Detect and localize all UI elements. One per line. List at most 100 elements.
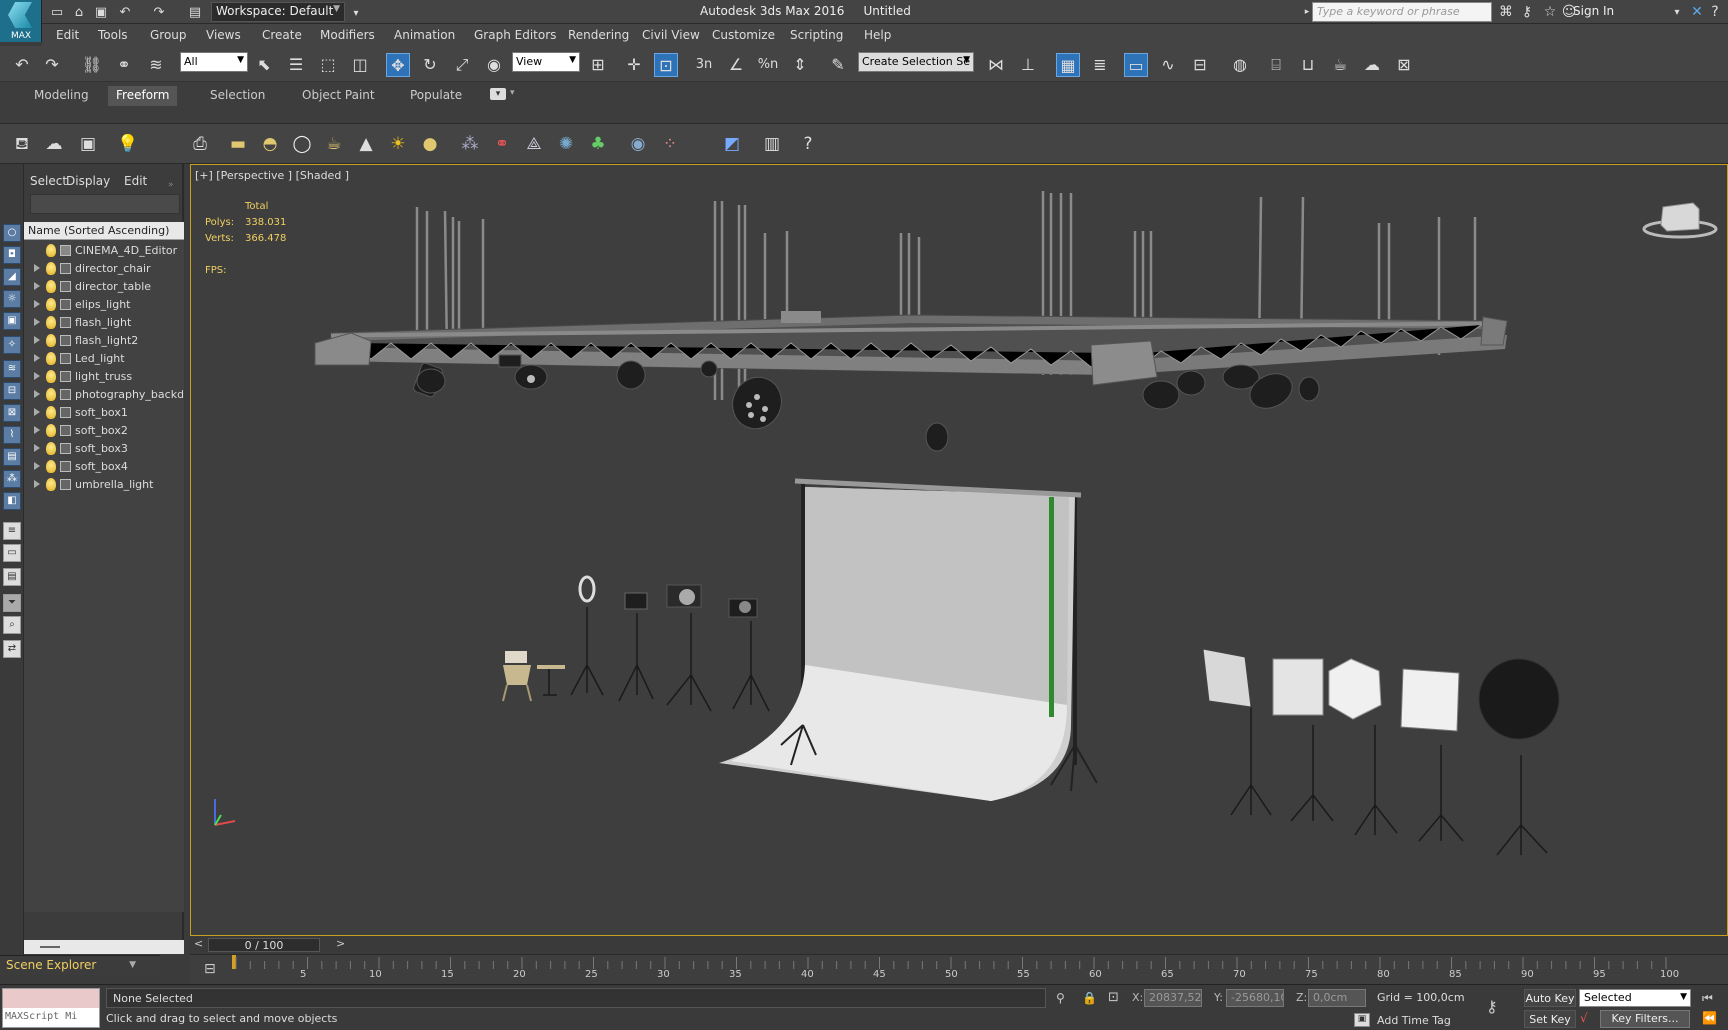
expand-arrow-icon[interactable] [34,390,40,398]
viewcube[interactable] [1641,197,1719,241]
expand-arrow-icon[interactable] [34,318,40,326]
display-bones-icon[interactable]: ⌇ [3,426,21,444]
list-item[interactable]: umbrella_light [24,476,184,494]
explorer-menu-select[interactable]: Select [30,174,67,188]
freeze-icon[interactable] [60,335,71,346]
menu-graph-editors[interactable]: Graph Editors [474,28,556,42]
default-tangent-icon[interactable]: √ [1580,1011,1588,1025]
open-file-icon[interactable]: ⌂ [70,3,88,21]
sync-selection-icon[interactable]: ⇄ [3,640,21,658]
light-bulb-icon[interactable] [46,298,56,311]
help-icon[interactable]: ? [796,132,820,156]
tab-modeling[interactable]: Modeling [26,86,97,106]
find-icon[interactable]: ⌕ [3,616,21,634]
expand-arrow-icon[interactable] [34,264,40,272]
display-groups-icon[interactable]: ⊟ [3,382,21,400]
list-item[interactable]: soft_box1 [24,404,184,422]
expand-arrow-icon[interactable] [34,462,40,470]
explorer-horizontal-scrollbar[interactable] [24,940,184,954]
menu-group[interactable]: Group [150,28,187,42]
expand-arrow-icon[interactable] [34,444,40,452]
list-item[interactable]: photography_backdrop [24,386,184,404]
light-bulb-icon[interactable] [46,406,56,419]
save-icon[interactable]: ▣ [92,3,110,21]
light-bulb-icon[interactable] [46,316,56,329]
expand-arrow-icon[interactable] [34,282,40,290]
foliage-icon[interactable]: ♣ [586,132,610,156]
ribbon-toggle-icon[interactable]: ▭ [1124,53,1148,77]
scene-explorer-toggle-icon[interactable]: ▦ [1056,53,1080,77]
schematic-view-icon[interactable]: ⊟ [1188,53,1212,77]
explorer-expand-icon[interactable]: » [168,180,174,190]
angle-snap-icon[interactable]: ∠ [724,53,748,77]
tab-selection[interactable]: Selection [202,86,273,106]
display-particles-icon[interactable]: ⁂ [3,470,21,488]
menu-edit[interactable]: Edit [56,28,79,42]
chevron-down-icon[interactable]: ▾ [510,88,515,98]
material-sphere-icon[interactable]: ◉ [626,132,650,156]
expand-arrow-icon[interactable] [34,336,40,344]
selection-lock-icon[interactable]: 🔒 [1082,991,1097,1005]
window-crossing-icon[interactable]: ◫ [348,53,372,77]
list-item[interactable]: flash_light2 [24,332,184,350]
display-shapes-icon[interactable]: ◢ [3,268,21,286]
time-slider[interactable]: < 0 / 100 > [190,936,1728,954]
y-coord-field[interactable]: -25680,10 [1226,989,1284,1007]
render-effects-icon[interactable]: ◩ [720,132,744,156]
reference-coordinate-select[interactable]: View ▼ [512,52,580,72]
close-x-icon[interactable]: ✕ [1688,3,1706,21]
compound-object-icon[interactable]: ⚭ [490,132,514,156]
binoculars-icon[interactable]: ⌘ [1497,3,1515,21]
layer-explorer-icon[interactable]: ≣ [1088,53,1112,77]
z-coord-field[interactable]: 0,0cm [1308,989,1366,1007]
list-item[interactable]: Led_light [24,350,184,368]
snap-toggle-icon[interactable]: 3n [692,53,716,77]
freeze-icon[interactable] [60,317,71,328]
subscription-icon[interactable]: ⚷ [1518,3,1536,21]
key-filters-button[interactable]: Key Filters... [1600,1010,1690,1028]
light-bulb-icon[interactable] [46,460,56,473]
material-editor-icon[interactable]: ◍ [1228,53,1252,77]
expand-arrow-icon[interactable] [34,300,40,308]
expand-arrow-icon[interactable] [34,354,40,362]
a360-gallery-icon[interactable]: ⊠ [1392,53,1416,77]
light-bulb-icon[interactable] [46,280,56,293]
set-key-mode-icon[interactable]: ⚷ [1486,997,1498,1016]
menu-views[interactable]: Views [206,28,241,42]
space-warp-icon[interactable]: ⟁ [522,132,546,156]
tab-object-paint[interactable]: Object Paint [294,86,383,106]
sphere-primitive-icon[interactable]: ◯ [290,132,314,156]
maxscript-output[interactable] [3,989,99,1008]
layer-view-icon[interactable]: ▤ [3,568,21,586]
list-view-icon[interactable]: ≡ [3,522,21,540]
light-bulb-icon[interactable] [46,388,56,401]
display-none-icon[interactable]: ○ [3,224,21,242]
unlink-icon[interactable]: ⚭ [112,53,136,77]
render-production-icon[interactable]: ☕ [1328,53,1352,77]
display-geometry-icon[interactable]: ◘ [3,246,21,264]
x-coord-field[interactable]: 20837,525 [1144,989,1202,1007]
rectangular-selection-icon[interactable]: ⬚ [316,53,340,77]
set-key-button[interactable]: Set Key [1524,1010,1576,1028]
mini-curve-editor-icon[interactable]: ⊟ [204,961,216,977]
display-xrefs-icon[interactable]: ⊠ [3,404,21,422]
display-lights-icon[interactable]: ☼ [3,290,21,308]
menu-animation[interactable]: Animation [394,28,455,42]
percent-snap-icon[interactable]: %n [756,53,780,77]
teapot-primitive-icon[interactable]: ☕ [322,132,346,156]
sign-in-link[interactable]: Sign In [1573,4,1614,18]
light-bulb-icon[interactable] [46,334,56,347]
rendered-frame-window-icon[interactable]: ⊔ [1296,53,1320,77]
cone-primitive-icon[interactable]: ▲ [354,132,378,156]
time-tag-icon[interactable]: ▣ [1354,1013,1370,1027]
freeze-icon[interactable] [60,371,71,382]
list-item[interactable]: light_truss [24,368,184,386]
track-bar[interactable]: ⊟ 5 10 15 20 25 30 35 40 45 50 55 60 65 … [190,954,1728,984]
selection-filter-select[interactable]: All ▼ [180,52,248,72]
project-folder-icon[interactable]: ▤ [186,3,204,21]
sky-light-icon[interactable]: ● [418,132,442,156]
display-cameras-icon[interactable]: ▣ [3,312,21,330]
help-dropdown-icon[interactable]: ? [1706,3,1724,21]
pivot-center-icon[interactable]: ⊞ [586,53,610,77]
menu-tools[interactable]: Tools [98,28,128,42]
